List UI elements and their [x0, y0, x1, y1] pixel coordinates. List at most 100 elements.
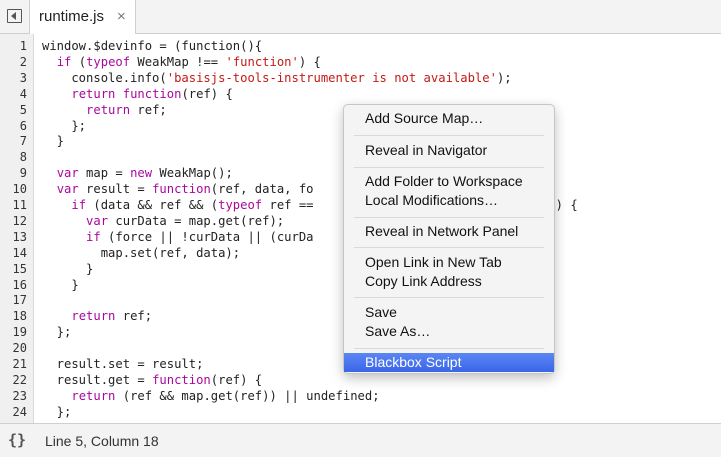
code-keyword: new [130, 166, 153, 181]
line-number: 13 [12, 229, 27, 244]
line-number: 18 [12, 309, 27, 324]
line-number: 11 [12, 198, 27, 212]
pretty-print-icon[interactable]: {} [8, 431, 26, 449]
code-text: WeakMap(); [152, 166, 233, 181]
code-line[interactable]: return function(ref) { [42, 86, 233, 101]
line-number: 2 [19, 54, 27, 69]
menu-separator [354, 297, 544, 298]
menu-item-save[interactable]: Save [344, 303, 554, 322]
code-line[interactable]: } [42, 134, 64, 148]
menu-item-reveal-in-network-panel[interactable]: Reveal in Network Panel [344, 222, 554, 241]
line-number: 24 [12, 404, 27, 419]
close-icon[interactable]: × [117, 8, 126, 25]
code-text: result.set = result; [42, 357, 204, 371]
line-number: 7 [19, 134, 27, 149]
code-line[interactable]: var map = new WeakMap(); [42, 166, 233, 180]
code-keyword: if [86, 229, 101, 244]
menu-item-add-source-map[interactable]: Add Source Map… [344, 109, 554, 128]
line-number: 19 [12, 325, 27, 340]
menu-item-add-folder-to-workspace[interactable]: Add Folder to Workspace [344, 172, 554, 191]
code-line[interactable]: result.get = function(ref) { [42, 373, 262, 387]
sidebar-toggle-icon[interactable] [7, 9, 22, 23]
code-text: }; [42, 404, 72, 419]
code-string: 'function' [225, 54, 299, 69]
menu-separator [354, 167, 544, 168]
code-line[interactable]: } [42, 277, 79, 292]
code-line[interactable]: result.set = result; [42, 357, 204, 371]
code-line[interactable]: console.info('basisjs-tools-instrumenter… [42, 70, 512, 85]
code-text: ) { [298, 54, 321, 69]
menu-separator [354, 247, 544, 248]
code-keyword: function [122, 86, 182, 101]
code-text: curData = map.get(ref); [108, 213, 285, 228]
line-number: 15 [12, 261, 27, 276]
code-text: (ref) { [210, 372, 263, 387]
code-text: } [42, 277, 79, 292]
code-text: window.$devinfo = (function(){ [42, 39, 263, 53]
code-line[interactable]: var result = function(ref, data, fo [42, 182, 314, 196]
code-line[interactable]: return (ref && map.get(ref)) || undefine… [42, 389, 379, 403]
code-string: 'basisjs-tools-instrumenter is not avail… [166, 70, 497, 85]
line-number: 4 [19, 86, 27, 101]
code-line[interactable]: var curData = map.get(ref); [42, 214, 284, 228]
code-text: map = [78, 166, 131, 181]
line-number: 14 [12, 245, 27, 260]
status-bar: {} Line 5, Column 18 [0, 423, 721, 457]
line-number: 8 [19, 150, 27, 165]
menu-item-save-as[interactable]: Save As… [344, 322, 554, 341]
code-text: (ref, data, fo [210, 182, 314, 197]
menu-item-open-link-in-new-tab[interactable]: Open Link in New Tab [344, 253, 554, 272]
code-text: ( [71, 54, 87, 69]
code-text: (data && ref && ( [86, 198, 219, 212]
line-number: 21 [12, 357, 27, 371]
code-line[interactable]: }; [42, 404, 72, 419]
code-keyword: return [71, 86, 116, 101]
code-line[interactable]: window.$devinfo = (function(){ [42, 39, 262, 53]
line-number: 17 [12, 293, 27, 308]
line-number: 22 [12, 372, 27, 387]
code-text: (ref) { [181, 86, 233, 101]
tab-runtime-js[interactable]: runtime.js × [30, 0, 136, 34]
code-line[interactable]: }; [42, 119, 86, 133]
code-text: map.set(ref, data); [42, 245, 241, 260]
code-text: } [42, 134, 65, 149]
code-keyword: if [71, 198, 87, 212]
code-text: result.get = [42, 372, 153, 387]
code-line[interactable]: }; [42, 325, 72, 339]
code-keyword: var [56, 166, 79, 181]
code-line[interactable]: } [42, 262, 93, 276]
code-text: ref; [130, 102, 167, 117]
code-keyword: return [86, 102, 131, 117]
menu-item-local-modifications[interactable]: Local Modifications… [344, 191, 554, 210]
code-line[interactable]: if (typeof WeakMap !== 'function') { [42, 55, 321, 69]
tab-bar: runtime.js × [0, 0, 721, 34]
menu-item-copy-link-address[interactable]: Copy Link Address [344, 272, 554, 291]
line-number: 5 [19, 102, 27, 117]
code-line[interactable]: return ref; [42, 103, 167, 117]
code-text: ref; [115, 309, 153, 324]
line-number: 12 [12, 213, 27, 228]
menu-item-blackbox-script[interactable]: Blackbox Script [344, 353, 554, 372]
menu-item-reveal-in-navigator[interactable]: Reveal in Navigator [344, 141, 554, 160]
code-text: ); [496, 70, 512, 85]
code-text: result = [78, 182, 153, 197]
line-number: 3 [19, 70, 27, 85]
code-text: console.info( [42, 70, 167, 85]
code-text: } [42, 261, 94, 276]
code-keyword: function [152, 182, 211, 197]
line-number: 23 [12, 388, 27, 403]
line-number: 9 [19, 166, 27, 181]
tab-filename: runtime.js [39, 8, 105, 25]
code-line[interactable]: map.set(ref, data); [42, 246, 240, 260]
code-line[interactable]: return ref; [42, 309, 152, 323]
code-text: }; [42, 118, 87, 133]
